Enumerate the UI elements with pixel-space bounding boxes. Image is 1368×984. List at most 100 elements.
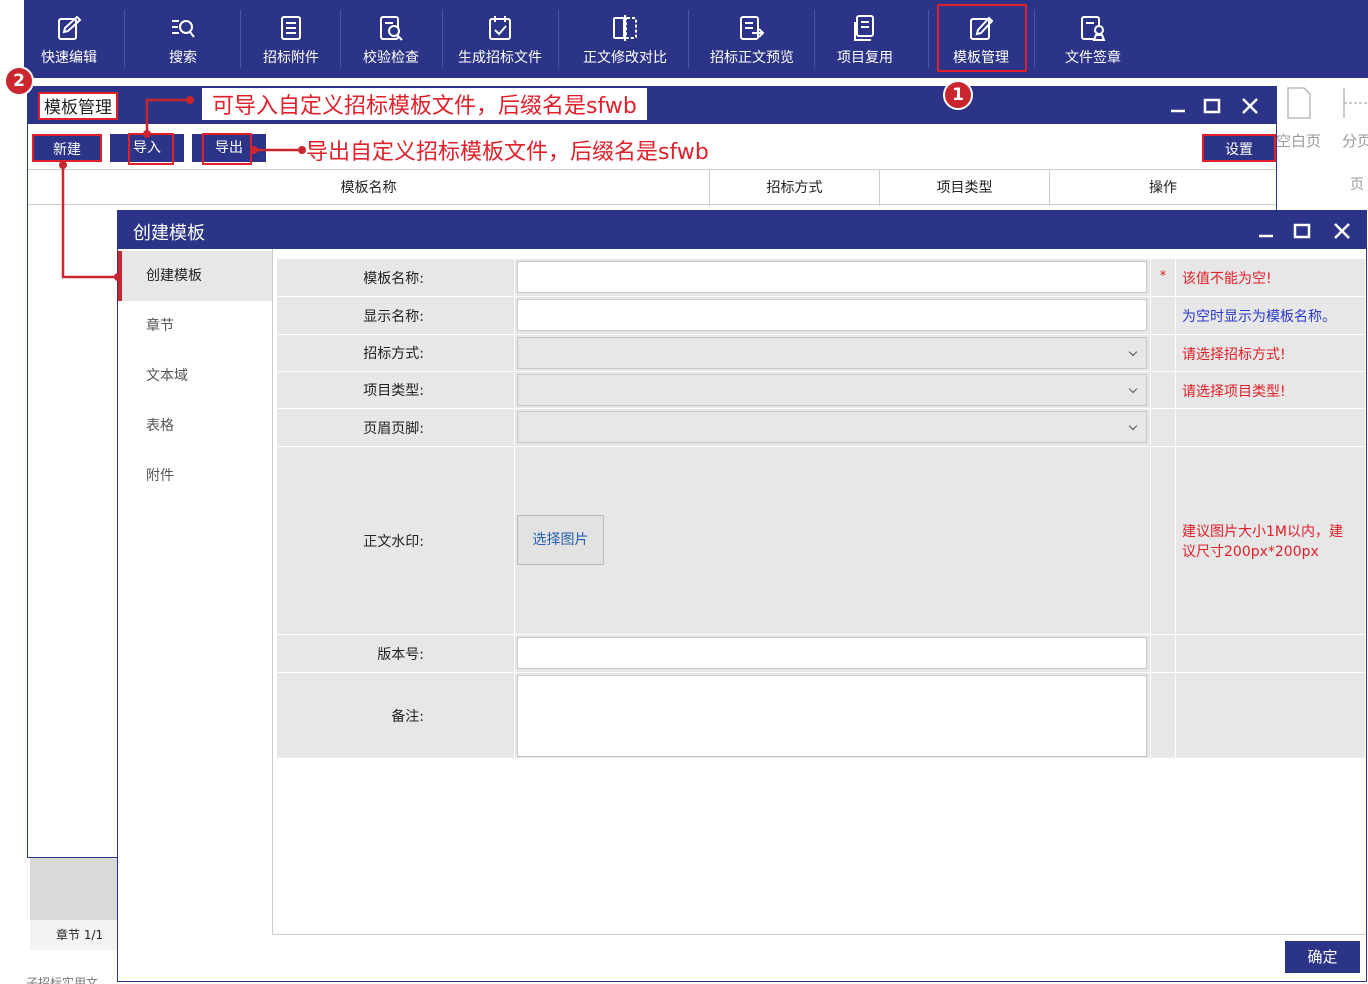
page-group-label: 页 (1350, 177, 1364, 193)
toolbar-divider (124, 10, 125, 68)
minimize-icon[interactable] (1256, 221, 1276, 241)
compare-icon (613, 15, 637, 41)
toolbar-divider (1034, 10, 1035, 68)
toolbar-divider (442, 10, 443, 68)
required-column (1150, 635, 1176, 672)
confirm-button[interactable]: 确定 (1285, 941, 1360, 973)
toolbar-divider (340, 10, 341, 68)
bid-method-label: 招标方式: (277, 335, 515, 371)
document-ribbon-panel: 空白页 分页 页 (1276, 78, 1368, 208)
generate-icon (489, 16, 511, 40)
template-table-header: 模板名称 招标方式 项目类型 操作 (28, 169, 1276, 206)
page-break-label[interactable]: 分页 (1342, 130, 1368, 151)
toolbar-check-button[interactable]: 校验检查 (346, 0, 436, 76)
sidebar-item-table[interactable]: 表格 (118, 401, 272, 451)
export-annotation: 导出自定义招标模板文件，后缀名是sfwb (306, 134, 709, 166)
template-manager-title: 模板管理 (38, 92, 118, 120)
form-row-version: 版本号: (277, 635, 1365, 673)
column-project-type[interactable]: 项目类型 (880, 170, 1050, 206)
toolbar-divider (928, 10, 929, 68)
sidebar-item-create-template[interactable]: 创建模板 (118, 251, 272, 301)
template-name-label: 模板名称: (277, 259, 515, 296)
form-row-project-type: 项目类型: 请选择项目类型! (277, 372, 1365, 409)
preview-icon (740, 16, 765, 40)
project-type-hint: 请选择项目类型! (1182, 384, 1286, 400)
display-name-input[interactable] (517, 299, 1147, 331)
toolbar-divider (240, 10, 241, 68)
version-input[interactable] (517, 637, 1147, 669)
toolbar-quick-edit-button[interactable]: 快速编辑 (24, 0, 114, 76)
background-scroll-area (30, 858, 120, 920)
form-row-bid-method: 招标方式: 请选择招标方式! (277, 335, 1365, 372)
form-row-remark: 备注: (277, 673, 1365, 759)
toolbar-label: 生成招标文件 (458, 50, 542, 66)
required-column (1150, 447, 1176, 634)
display-name-hint: 为空时显示为模板名称。 (1182, 309, 1336, 325)
toolbar-seal-button[interactable]: 文件签章 (1048, 0, 1138, 76)
form-row-display-name: 显示名称: 为空时显示为模板名称。 (277, 297, 1365, 335)
toolbar-preview-button[interactable]: 招标正文预览 (696, 0, 808, 76)
minimize-icon[interactable] (1168, 96, 1188, 116)
required-column (1150, 335, 1176, 371)
project-type-select[interactable] (517, 374, 1147, 406)
column-template-name[interactable]: 模板名称 (28, 170, 710, 206)
blank-page-icon (1287, 87, 1311, 119)
form-row-header-footer: 页眉页脚: (277, 409, 1365, 447)
seal-icon (1081, 16, 1106, 41)
required-column (1150, 409, 1176, 446)
required-mark: * (1150, 259, 1176, 296)
create-template-dialog: 创建模板 创建模板 章节 文本域 表格 附件 模板名称: * 该值不能为空! 显… (117, 210, 1367, 982)
watermark-hint-line1: 建议图片大小1M以内，建 (1182, 524, 1343, 540)
form-row-template-name: 模板名称: * 该值不能为空! (277, 259, 1365, 297)
background-footer-text: 子招标实用文 (26, 976, 99, 984)
toolbar-compare-button[interactable]: 正文修改对比 (568, 0, 682, 76)
template-name-input[interactable] (517, 261, 1147, 293)
remark-textarea[interactable] (517, 675, 1147, 757)
main-toolbar: 快速编辑 搜索 招标附件 校验检查 生成招标文件 正文修改对比 招标正文预览 项… (24, 0, 1368, 78)
blank-page-label[interactable]: 空白页 (1276, 130, 1321, 151)
settings-button[interactable]: 设置 (1202, 134, 1276, 162)
create-template-title: 创建模板 (133, 223, 205, 244)
import-annotation: 可导入自定义招标模板文件，后缀名是sfwb (202, 88, 647, 120)
search-icon (172, 20, 195, 38)
sidebar-item-chapter[interactable]: 章节 (118, 301, 272, 351)
reuse-icon (854, 15, 874, 41)
chapter-status: 章节 1/1 (30, 920, 120, 950)
toolbar-attachment-button[interactable]: 招标附件 (246, 0, 336, 76)
toolbar-label: 快速编辑 (41, 50, 97, 66)
toolbar-label: 正文修改对比 (583, 50, 667, 66)
toolbar-label: 招标正文预览 (710, 50, 794, 66)
sidebar-item-attachment[interactable]: 附件 (118, 451, 272, 501)
bid-method-select[interactable] (517, 337, 1147, 369)
toolbar-label: 招标附件 (263, 50, 319, 66)
attachment-icon (281, 16, 301, 40)
required-column (1150, 673, 1176, 758)
step-1-badge: 1 (943, 80, 973, 110)
toolbar-label: 校验检查 (363, 50, 419, 66)
toolbar-divider (558, 10, 559, 68)
check-icon (380, 16, 403, 41)
new-template-button[interactable]: 新建 (32, 134, 102, 162)
required-column (1150, 372, 1176, 408)
toolbar-label: 搜索 (169, 50, 197, 66)
page-break-icon (1343, 88, 1368, 118)
close-icon[interactable] (1332, 221, 1352, 241)
column-actions: 操作 (1149, 180, 1177, 196)
header-footer-label: 页眉页脚: (277, 409, 515, 446)
select-image-button[interactable]: 选择图片 (517, 515, 604, 565)
toolbar-reuse-button[interactable]: 项目复用 (820, 0, 910, 76)
column-bid-method[interactable]: 招标方式 (710, 170, 880, 206)
toolbar-search-button[interactable]: 搜索 (138, 0, 228, 76)
toolbar-label: 文件签章 (1065, 50, 1121, 66)
required-column (1150, 297, 1176, 334)
header-footer-select[interactable] (517, 411, 1147, 443)
step-2-badge: 2 (4, 66, 34, 96)
maximize-icon[interactable] (1202, 96, 1222, 116)
sidebar-item-text-field[interactable]: 文本域 (118, 351, 272, 401)
form-row-watermark: 正文水印: 选择图片 建议图片大小1M以内，建 议尺寸200px*200px (277, 447, 1365, 635)
maximize-icon[interactable] (1292, 221, 1312, 241)
export-highlight (202, 133, 252, 165)
close-icon[interactable] (1240, 96, 1260, 116)
toolbar-label: 项目复用 (837, 50, 893, 66)
toolbar-generate-button[interactable]: 生成招标文件 (448, 0, 552, 76)
